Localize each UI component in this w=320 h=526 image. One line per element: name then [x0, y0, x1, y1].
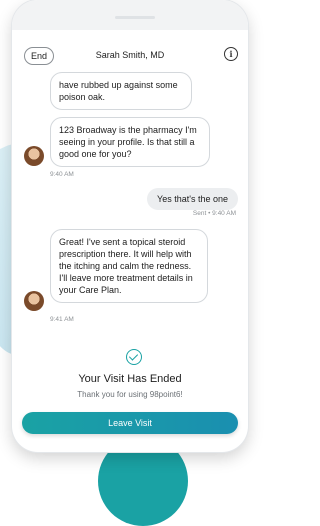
message-text: Yes that's the one — [157, 194, 228, 204]
speaker-grille — [115, 16, 155, 19]
phone-top-bezel — [12, 0, 248, 30]
message-timestamp: 9:41 AM — [50, 316, 74, 323]
message-timestamp: Sent • 9:40 AM — [192, 210, 236, 217]
leave-visit-button[interactable]: Leave Visit — [22, 412, 238, 434]
message-text: have rubbed up against some poison oak. — [59, 80, 178, 102]
message-text: Great! I've sent a topical steroid presc… — [59, 237, 193, 295]
chat-header: End Sarah Smith, MD i — [12, 44, 248, 68]
info-icon[interactable]: i — [224, 47, 238, 61]
sent-message: Yes that's the one — [147, 188, 238, 210]
visit-ended-subtitle: Thank you for using 98point6! — [77, 390, 183, 399]
doctor-avatar — [24, 291, 44, 311]
received-message: have rubbed up against some poison oak. — [50, 72, 192, 110]
received-message: 123 Broadway is the pharmacy I'm seeing … — [50, 117, 210, 167]
doctor-avatar — [24, 146, 44, 166]
doctor-name: Sarah Smith, MD — [95, 50, 165, 60]
message-timestamp: 9:40 AM — [50, 171, 74, 178]
check-circle-icon — [126, 349, 142, 365]
phone-frame: End Sarah Smith, MD i have rubbed up aga… — [12, 0, 248, 452]
received-message: Great! I've sent a topical steroid presc… — [50, 229, 208, 303]
visit-ended-title: Your Visit Has Ended — [78, 373, 182, 385]
message-text: 123 Broadway is the pharmacy I'm seeing … — [59, 125, 197, 159]
